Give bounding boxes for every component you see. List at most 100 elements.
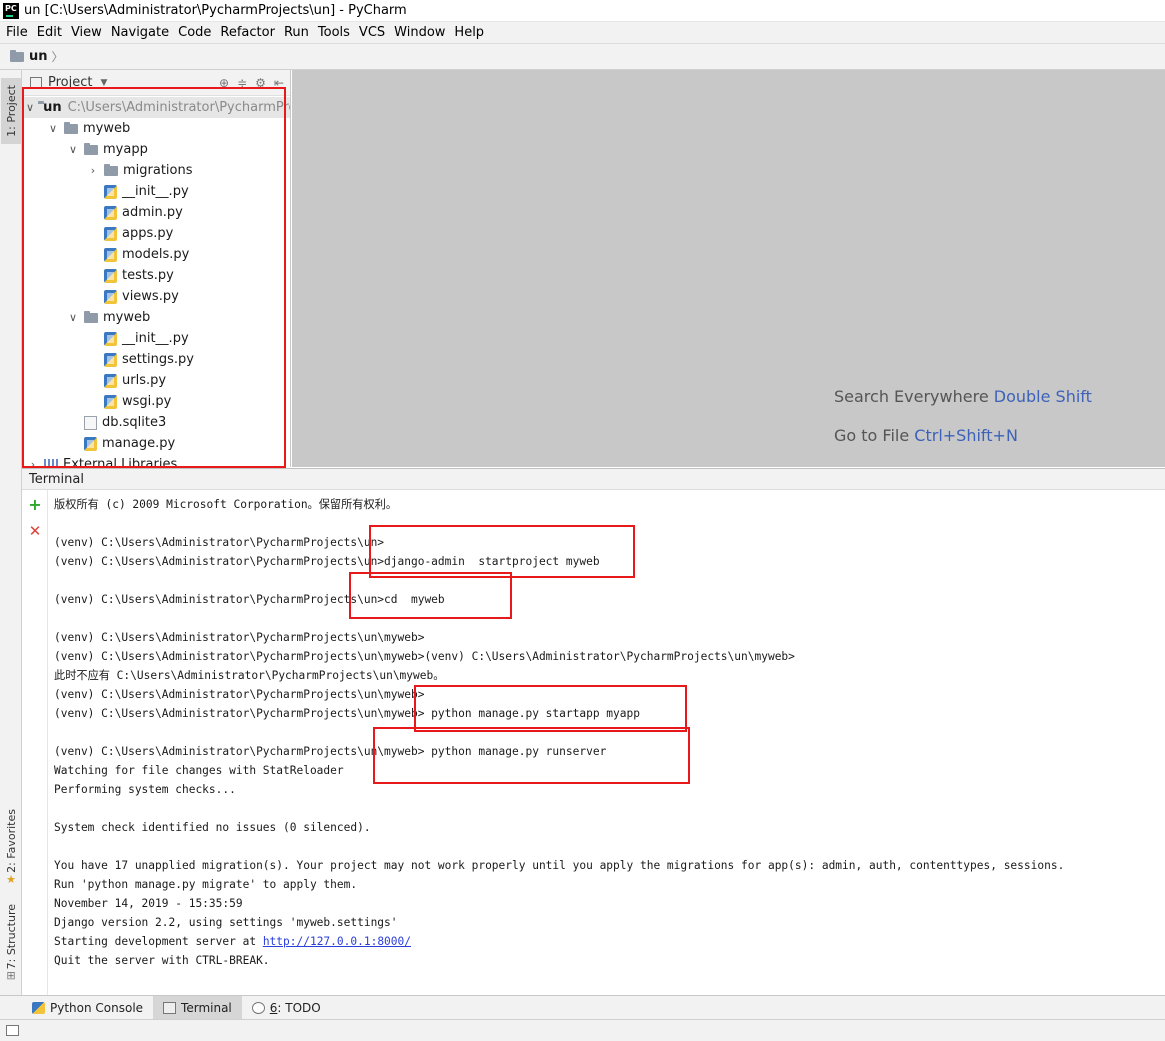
tree-item-label: myweb: [103, 310, 151, 325]
terminal-line: Performing system checks...: [54, 783, 236, 796]
navigation-bar: un 〉: [0, 44, 1165, 70]
breadcrumb-project[interactable]: un: [29, 49, 48, 64]
tree-item[interactable]: admin.py: [22, 202, 290, 223]
python-file-icon: [104, 226, 117, 241]
bottom-tool-bar: Python Console Terminal 6: TODO: [0, 995, 1165, 1020]
chevron-right-icon[interactable]: ›: [26, 458, 40, 467]
tree-item[interactable]: apps.py: [22, 223, 290, 244]
menu-tools[interactable]: Tools: [314, 25, 354, 40]
tree-item-label: un: [43, 100, 62, 115]
star-icon: ★: [6, 873, 16, 886]
menu-navigate[interactable]: Navigate: [107, 25, 173, 40]
folder-icon: [64, 121, 78, 134]
tree-item-label: manage.py: [102, 436, 176, 451]
menu-vcs[interactable]: VCS: [355, 25, 389, 40]
shortcut-double-shift: Double Shift: [993, 387, 1092, 406]
structure-icon: ⊞: [6, 969, 16, 982]
chevron-down-icon[interactable]: ∨: [26, 101, 34, 114]
chevron-down-icon[interactable]: ∨: [66, 143, 80, 156]
tree-item-label: wsgi.py: [122, 394, 172, 409]
tree-item[interactable]: settings.py: [22, 349, 290, 370]
toggle-tool-windows-icon[interactable]: [6, 1025, 19, 1036]
locate-icon[interactable]: ⊕: [219, 76, 229, 90]
terminal-line: 此时不应有 C:\Users\Administrator\PycharmProj…: [54, 669, 445, 682]
collapse-all-icon[interactable]: ≑: [237, 76, 247, 90]
tool-tab-favorites[interactable]: 2: Favorites: [1, 806, 21, 876]
tree-item[interactable]: ∨ un C:\Users\Administrator\PycharmProj: [22, 97, 290, 118]
terminal-line: (venv) C:\Users\Administrator\PycharmPro…: [54, 707, 640, 720]
tree-item[interactable]: › migrations: [22, 160, 290, 181]
python-file-icon: [84, 436, 97, 451]
python-file-icon: [104, 247, 117, 262]
terminal-title: Terminal: [29, 471, 84, 487]
folder-icon: [10, 49, 24, 62]
tree-item[interactable]: manage.py: [22, 433, 290, 454]
tree-item[interactable]: › External Libraries: [22, 454, 290, 467]
tree-item[interactable]: models.py: [22, 244, 290, 265]
dropdown-arrow-icon[interactable]: ▼: [100, 78, 107, 88]
python-file-icon: [104, 184, 117, 199]
terminal-line: Run 'python manage.py migrate' to apply …: [54, 878, 358, 891]
window-title: un [C:\Users\Administrator\PycharmProjec…: [24, 3, 407, 18]
project-view-selector[interactable]: Project: [48, 75, 92, 90]
terminal-line: Django version 2.2, using settings 'mywe…: [54, 916, 398, 929]
tool-tab-project[interactable]: 1: Project: [1, 78, 21, 144]
tree-item[interactable]: urls.py: [22, 370, 290, 391]
chevron-down-icon[interactable]: ∨: [66, 311, 80, 324]
todo-icon: [251, 1001, 265, 1014]
tree-item[interactable]: ∨ myweb: [22, 307, 290, 328]
tree-item[interactable]: __init__.py: [22, 181, 290, 202]
chevron-right-icon: 〉: [51, 50, 64, 64]
chevron-down-icon[interactable]: ∨: [46, 122, 60, 135]
python-file-icon: [104, 373, 117, 388]
tree-item[interactable]: ∨ myweb: [22, 118, 290, 139]
terminal-line: Quit the server with CTRL-BREAK.: [54, 954, 270, 967]
tree-item[interactable]: wsgi.py: [22, 391, 290, 412]
terminal-icon: [163, 1001, 177, 1014]
menu-edit[interactable]: Edit: [33, 25, 66, 40]
tree-item[interactable]: views.py: [22, 286, 290, 307]
tab-terminal[interactable]: Terminal: [153, 995, 242, 1020]
close-session-x-icon[interactable]: ✕: [28, 524, 42, 539]
menu-file[interactable]: File: [2, 25, 32, 40]
tree-item-label: myapp: [103, 142, 148, 157]
hint-search-everywhere: Search Everywhere Double Shift: [834, 387, 1092, 406]
tree-item-label: tests.py: [122, 268, 174, 283]
menu-refactor[interactable]: Refactor: [216, 25, 279, 40]
menu-run[interactable]: Run: [280, 25, 313, 40]
tree-item-label: views.py: [122, 289, 179, 304]
editor-area: [292, 70, 1165, 467]
tree-item[interactable]: db.sqlite3: [22, 412, 290, 433]
tab-todo[interactable]: 6: TODO: [242, 996, 331, 1020]
chevron-right-icon[interactable]: ›: [86, 164, 100, 177]
gear-icon[interactable]: ⚙: [255, 76, 266, 90]
terminal-output[interactable]: 版权所有 (c) 2009 Microsoft Corporation。保留所有…: [48, 490, 1165, 995]
terminal-line: (venv) C:\Users\Administrator\PycharmPro…: [54, 536, 385, 549]
project-panel-header: Project ▼ ⊕ ≑ ⚙ ⇤: [22, 70, 290, 96]
python-file-icon: [104, 394, 117, 409]
terminal-line: Starting development server at http://12…: [54, 935, 411, 948]
terminal-line: (venv) C:\Users\Administrator\PycharmPro…: [54, 555, 600, 568]
menu-window[interactable]: Window: [390, 25, 449, 40]
menu-code[interactable]: Code: [174, 25, 215, 40]
new-session-plus-icon[interactable]: +: [28, 497, 42, 513]
menu-bar: File Edit View Navigate Code Refactor Ru…: [0, 22, 1165, 44]
folder-icon: [104, 163, 118, 176]
tree-item-label: db.sqlite3: [102, 415, 167, 430]
tree-item[interactable]: tests.py: [22, 265, 290, 286]
tab-python-console[interactable]: Python Console: [22, 996, 153, 1020]
tree-item-label: myweb: [83, 121, 131, 136]
menu-help[interactable]: Help: [450, 25, 488, 40]
tree-item[interactable]: __init__.py: [22, 328, 290, 349]
terminal-line: System check identified no issues (0 sil…: [54, 821, 371, 834]
server-url-link[interactable]: http://127.0.0.1:8000/: [263, 935, 411, 948]
hide-panel-icon[interactable]: ⇤: [274, 76, 284, 90]
tree-item[interactable]: ∨ myapp: [22, 139, 290, 160]
terminal-line: 版权所有 (c) 2009 Microsoft Corporation。保留所有…: [54, 498, 398, 511]
menu-view[interactable]: View: [67, 25, 106, 40]
tool-tab-structure[interactable]: 7: Structure: [1, 902, 21, 972]
